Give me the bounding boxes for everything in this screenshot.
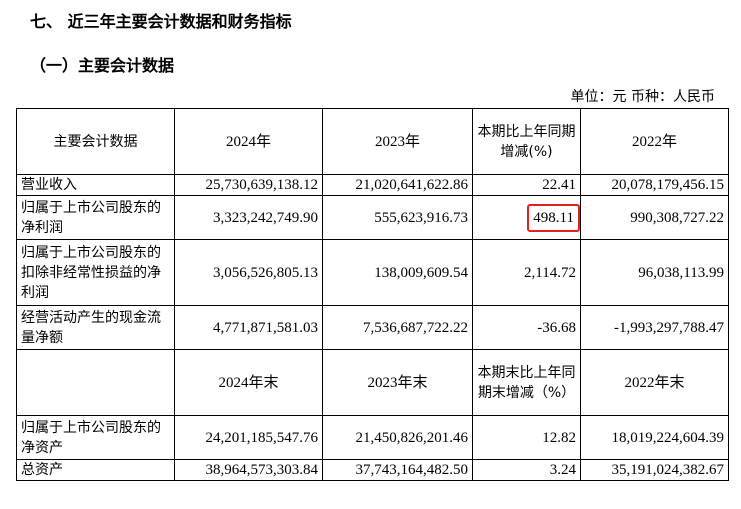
cell-2022: 35,191,024,382.67 (580, 459, 729, 481)
header-2022: 2022年 (580, 108, 729, 175)
header-2022-end: 2022年末 (580, 349, 729, 416)
unit-note: 单位：元 币种：人民币 (570, 89, 715, 105)
subsection-title: （一）主要会计数据 (30, 56, 175, 75)
header-item: 主要会计数据 (16, 108, 175, 175)
highlight-box: 498.11 (527, 203, 580, 232)
section-title: 七、 近三年主要会计数据和财务指标 (30, 12, 292, 31)
cell-change: 12.82 (472, 415, 581, 460)
cell-2023: 7,536,687,722.22 (322, 305, 473, 350)
table-row: 经营活动产生的现金流量净额 4,771,871,581.03 7,536,687… (16, 305, 729, 350)
cell-2024: 25,730,639,138.12 (174, 174, 323, 196)
cell-change: -36.68 (472, 305, 581, 350)
cell-2024: 4,771,871,581.03 (174, 305, 323, 350)
header-2024-end: 2024年末 (174, 349, 323, 416)
header-item (16, 349, 175, 416)
header-2023: 2023年 (322, 108, 473, 175)
row-label: 营业收入 (16, 174, 175, 196)
table-header-row: 2024年末 2023年末 本期末比上年同期末增减（%） 2022年末 (16, 349, 729, 416)
cell-2024: 38,964,573,303.84 (174, 459, 323, 481)
row-label: 经营活动产生的现金流量净额 (16, 305, 175, 350)
cell-2024: 24,201,185,547.76 (174, 415, 323, 460)
header-change: 本期比上年同期增减(%) (472, 108, 581, 175)
table-row: 归属于上市公司股东的净资产 24,201,185,547.76 21,450,8… (16, 415, 729, 460)
cell-2022: -1,993,297,788.47 (580, 305, 729, 350)
row-label: 归属于上市公司股东的扣除非经常性损益的净利润 (16, 239, 175, 306)
cell-2024: 3,323,242,749.90 (174, 195, 323, 240)
cell-change: 3.24 (472, 459, 581, 481)
row-label: 归属于上市公司股东的净资产 (16, 415, 175, 460)
table-row: 归属于上市公司股东的扣除非经常性损益的净利润 3,056,526,805.13 … (16, 239, 729, 306)
table-header-row: 主要会计数据 2024年 2023年 本期比上年同期增减(%) 2022年 (16, 108, 729, 175)
cell-2022: 96,038,113.99 (580, 239, 729, 306)
cell-2022: 18,019,224,604.39 (580, 415, 729, 460)
table-row: 总资产 38,964,573,303.84 37,743,164,482.50 … (16, 459, 729, 481)
accounting-data-table: 主要会计数据 2024年 2023年 本期比上年同期增减(%) 2022年 营业… (16, 108, 729, 481)
cell-2023: 21,020,641,622.86 (322, 174, 473, 196)
cell-2022: 990,308,727.22 (580, 195, 729, 240)
cell-2023: 21,450,826,201.46 (322, 415, 473, 460)
row-label: 总资产 (16, 459, 175, 481)
header-2024: 2024年 (174, 108, 323, 175)
table-row: 归属于上市公司股东的净利润 3,323,242,749.90 555,623,9… (16, 195, 729, 240)
row-label: 归属于上市公司股东的净利润 (16, 195, 175, 240)
cell-change: 22.41 (472, 174, 581, 196)
cell-2023: 138,009,609.54 (322, 239, 473, 306)
cell-2024: 3,056,526,805.13 (174, 239, 323, 306)
cell-change: 498.11 (472, 195, 581, 240)
cell-2022: 20,078,179,456.15 (580, 174, 729, 196)
cell-2023: 37,743,164,482.50 (322, 459, 473, 481)
table-row: 营业收入 25,730,639,138.12 21,020,641,622.86… (16, 174, 729, 196)
cell-2023: 555,623,916.73 (322, 195, 473, 240)
cell-change: 2,114.72 (472, 239, 581, 306)
header-2023-end: 2023年末 (322, 349, 473, 416)
header-change-end: 本期末比上年同期末增减（%） (472, 349, 581, 416)
